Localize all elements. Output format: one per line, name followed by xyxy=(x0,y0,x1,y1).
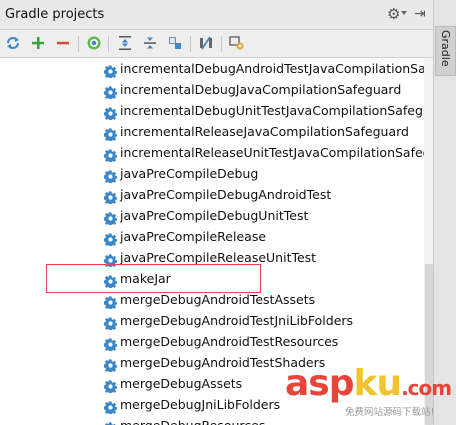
toolbar-divider xyxy=(221,36,222,52)
task-label: mergeDebugJniLibFolders xyxy=(120,397,281,412)
attach-project-button[interactable] xyxy=(166,34,184,52)
gradle-task-gear-icon xyxy=(103,105,118,122)
gradle-settings-button[interactable] xyxy=(228,34,246,52)
gradle-task-gear-icon xyxy=(103,84,118,101)
offline-icon xyxy=(200,36,212,50)
execute-task-button[interactable] xyxy=(85,34,103,52)
refresh-icon xyxy=(7,37,19,49)
task-label: mergeDebugResources xyxy=(120,418,265,425)
task-label: mergeDebugAssets xyxy=(120,376,243,391)
task-row[interactable]: javaPreCompileDebugAndroidTest xyxy=(0,185,424,206)
gradle-task-gear-icon xyxy=(103,147,118,164)
watermark-brand: aspku.com xyxy=(285,363,452,404)
gradle-toolbar xyxy=(0,30,433,58)
gradle-task-gear-icon xyxy=(103,189,118,206)
gradle-task-gear-icon xyxy=(103,399,118,416)
watermark-logo: aspku.com 免费网站源码下载站! xyxy=(285,362,455,422)
task-label: incrementalDebugUnitTestJavaCompilationS… xyxy=(120,103,424,118)
panel-settings-caret-icon[interactable] xyxy=(401,11,407,15)
task-label: incrementalReleaseJavaCompilationSafegua… xyxy=(120,124,409,139)
task-label: javaPreCompileRelease xyxy=(120,229,267,244)
highlight-box xyxy=(46,264,261,293)
watermark-tagline: 免费网站源码下载站! xyxy=(345,407,435,418)
task-row[interactable]: javaPreCompileRelease xyxy=(0,227,424,248)
task-label: javaPreCompileDebug xyxy=(120,166,259,181)
hide-panel-icon[interactable]: ⇥ xyxy=(414,6,426,22)
gradle-task-gear-icon xyxy=(103,126,118,143)
task-row[interactable]: mergeDebugAndroidTestResources xyxy=(0,332,424,353)
add-project-button[interactable] xyxy=(29,34,47,52)
task-label: mergeDebugAndroidTestJniLibFolders xyxy=(120,313,354,328)
task-row[interactable]: incrementalReleaseUnitTestJavaCompilatio… xyxy=(0,143,424,164)
toolbar-divider xyxy=(190,36,191,52)
task-row[interactable]: incrementalDebugUnitTestJavaCompilationS… xyxy=(0,101,424,122)
task-row[interactable]: mergeDebugAndroidTestJniLibFolders xyxy=(0,311,424,332)
gradle-task-gear-icon xyxy=(103,168,118,185)
task-label: incrementalReleaseUnitTestJavaCompilatio… xyxy=(120,145,424,160)
task-label: mergeDebugAndroidTestAssets xyxy=(120,292,316,307)
task-row[interactable]: javaPreCompileDebug xyxy=(0,164,424,185)
gradle-task-gear-icon xyxy=(103,378,118,395)
gradle-task-gear-icon xyxy=(103,210,118,227)
gradle-task-gear-icon xyxy=(104,420,117,425)
task-row[interactable]: mergeDebugAndroidTestAssets xyxy=(0,290,424,311)
expand-all-icon xyxy=(119,36,131,50)
task-label: javaPreCompileDebugAndroidTest xyxy=(120,187,332,202)
panel-title: Gradle projects xyxy=(5,7,105,22)
gradle-task-gear-icon xyxy=(103,294,118,311)
gradle-task-gear-icon xyxy=(103,315,118,332)
panel-header: Gradle projects ⚙ ⇥ xyxy=(0,0,433,30)
task-label: incrementalDebugJavaCompilationSafeguard xyxy=(120,82,402,97)
task-row[interactable]: incrementalReleaseJavaCompilationSafegua… xyxy=(0,122,424,143)
task-label: javaPreCompileDebugUnitTest xyxy=(120,208,309,223)
task-row[interactable]: incrementalDebugJavaCompilationSafeguard xyxy=(0,80,424,101)
gradle-task-gear-icon xyxy=(103,357,118,374)
gradle-side-tab[interactable]: Gradle xyxy=(435,26,456,76)
gradle-task-gear-icon xyxy=(103,63,118,80)
attach-icon xyxy=(169,37,181,49)
task-row[interactable]: incrementalDebugAndroidTestJavaCompilati… xyxy=(0,59,424,80)
panel-settings-gear-icon[interactable]: ⚙ xyxy=(387,6,400,22)
gradle-task-gear-icon xyxy=(103,336,118,353)
plus-icon xyxy=(32,37,44,49)
task-label: incrementalDebugAndroidTestJavaCompilati… xyxy=(120,61,424,76)
task-label: javaPreCompileReleaseUnitTest xyxy=(120,250,317,265)
settings-icon xyxy=(229,36,244,50)
gradle-task-gear-icon xyxy=(103,231,118,248)
task-label: mergeDebugAndroidTestResources xyxy=(120,334,339,349)
toolbar-divider xyxy=(78,36,79,52)
minus-icon xyxy=(57,41,69,45)
toggle-offline-button[interactable] xyxy=(197,34,215,52)
toolbar-divider xyxy=(108,36,109,52)
expand-all-button[interactable] xyxy=(116,34,134,52)
collapse-all-icon xyxy=(144,37,156,49)
remove-project-button[interactable] xyxy=(54,34,72,52)
run-target-icon xyxy=(87,36,101,50)
gradle-side-tab-label: Gradle xyxy=(439,30,452,67)
task-row[interactable]: javaPreCompileDebugUnitTest xyxy=(0,206,424,227)
collapse-all-button[interactable] xyxy=(141,34,159,52)
refresh-all-projects-button[interactable] xyxy=(4,34,22,52)
